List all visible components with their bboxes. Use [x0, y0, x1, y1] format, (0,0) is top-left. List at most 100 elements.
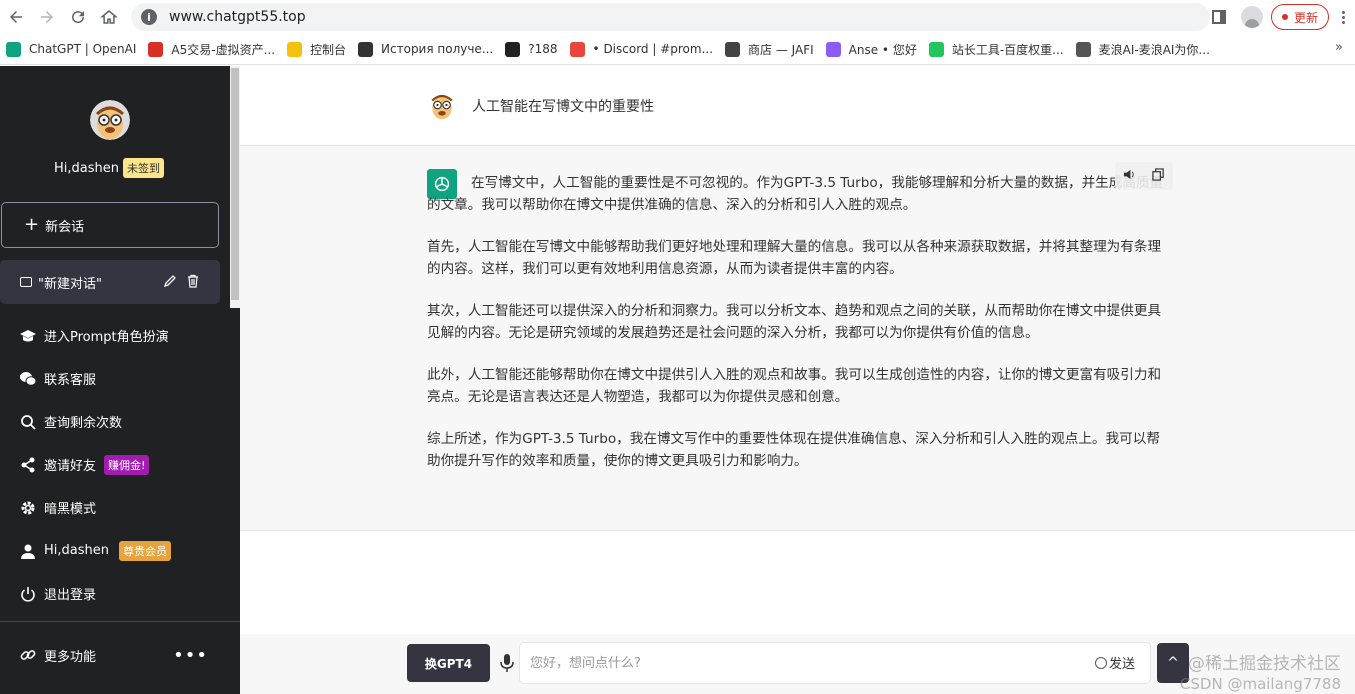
scroll-up-button[interactable]: ^ [1157, 643, 1189, 683]
bookmark-item[interactable]: 控制台 [281, 36, 352, 62]
earn-badge: 赚佣金! [104, 454, 150, 475]
reload-icon[interactable] [62, 0, 93, 34]
sidebar-scrollbar-thumb[interactable] [231, 68, 239, 300]
bookmark-item[interactable]: ?188 [499, 36, 563, 62]
sidebar-header: Hi,dashen 未签到 + 新会话 "新建对话" [0, 66, 230, 308]
microphone-icon[interactable] [499, 653, 515, 673]
bookmark-label: Anse • 您好 [848, 42, 917, 57]
checkin-badge[interactable]: 未签到 [123, 158, 164, 178]
bookmark-item[interactable]: ChatGPT | OpenAI [0, 36, 142, 62]
bookmark-item[interactable]: Anse • 您好 [820, 36, 923, 62]
chat-bubble-icon [20, 277, 32, 287]
menu-item-prompt[interactable]: 进入Prompt角色扮演 [0, 314, 240, 357]
send-button[interactable]: 发送 [1095, 653, 1135, 672]
link-icon [20, 647, 36, 663]
menu-label: Hi,dashen [44, 543, 109, 558]
more-features-label: 更多功能 [44, 649, 97, 665]
update-button[interactable]: 更新 [1270, 4, 1329, 30]
answer-paragraph: 此外，人工智能还能够帮助你在博文中提供引人入胜的观点和故事。我可以生成创造性的内… [427, 367, 1162, 405]
user-icon [20, 543, 36, 559]
bookmark-label: • Discord | #prom... [592, 42, 714, 56]
menu-item-dark-mode[interactable]: 暗黑模式 [0, 486, 240, 529]
bookmark-label: 商店 — JAFI [748, 42, 814, 57]
send-label: 发送 [1109, 657, 1136, 672]
back-icon[interactable] [0, 0, 31, 34]
home-icon[interactable] [93, 0, 124, 34]
bookmark-label: 麦浪AI-麦浪AI为你... [1098, 42, 1210, 57]
new-chat-label: 新会话 [45, 219, 85, 235]
bookmark-label: ChatGPT | OpenAI [29, 42, 137, 56]
bookmark-favicon-icon [505, 41, 521, 57]
menu-item-remaining[interactable]: 查询剩余次数 [0, 400, 240, 443]
url-text[interactable]: www.chatgpt55.top [169, 9, 306, 25]
answer-paragraph: 其次，人工智能还可以提供深入的分析和洞察力。我可以分析文本、趋势和观点之间的关联… [427, 303, 1162, 341]
power-icon [20, 586, 36, 602]
bookmark-label: История получе... [381, 42, 494, 56]
copy-icon[interactable] [1152, 168, 1165, 184]
forward-icon[interactable] [31, 0, 62, 34]
send-icon [1095, 656, 1107, 669]
more-dots-icon[interactable]: ••• [173, 645, 208, 666]
search-icon [20, 414, 36, 430]
sidebar: Hi,dashen 未签到 + 新会话 "新建对话" 进入Prompt角色扮演 [0, 66, 240, 694]
gear-icon [20, 500, 36, 516]
edit-icon[interactable] [163, 274, 177, 288]
composer: 换GPT4 发送 ^ [240, 634, 1355, 694]
avatar[interactable] [90, 100, 130, 140]
more-features-button[interactable]: 更多功能 ••• [0, 633, 240, 677]
side-panel-icon[interactable] [1211, 10, 1226, 24]
conversation-title: "新建对话" [38, 276, 102, 292]
user-prompt-text: 人工智能在写博文中的重要性 [472, 99, 654, 115]
new-chat-button[interactable]: + 新会话 [1, 202, 219, 248]
wechat-icon [20, 371, 36, 387]
bookmark-favicon-icon [569, 41, 585, 57]
menu-label: 联系客服 [44, 373, 97, 388]
plus-icon: + [24, 214, 40, 235]
browser-menu-icon[interactable] [1335, 10, 1351, 24]
answer-paragraph: 在写博文中，人工智能的重要性是不可忽视的。作为GPT-3.5 Turbo，我能够… [427, 175, 1164, 213]
bookmark-favicon-icon [825, 41, 841, 57]
bookmark-favicon-icon [928, 41, 944, 57]
user-greeting: Hi,dashen 未签到 [54, 158, 164, 178]
menu-item-user[interactable]: Hi,dashen 尊贵会员 [0, 529, 240, 572]
speaker-icon[interactable] [1123, 168, 1136, 184]
sidebar-divider [0, 621, 240, 622]
assistant-message: 在写博文中，人工智能的重要性是不可忽视的。作为GPT-3.5 Turbo，我能够… [240, 146, 1355, 531]
greeting-text: Hi,dashen [54, 160, 119, 176]
bookmarks-bar: ChatGPT | OpenAI A5交易-虚拟资产... 控制台 История п… [0, 34, 1355, 65]
menu-label: 暗黑模式 [44, 502, 97, 517]
bookmark-item[interactable]: 商店 — JAFI [719, 36, 820, 62]
chat-main: 人工智能在写博文中的重要性 在写博文中，人工智能的重要性是不可忽视的。作为GPT… [240, 66, 1355, 694]
bookmark-item[interactable]: 麦浪AI-麦浪AI为你... [1070, 36, 1216, 62]
menu-label: 进入Prompt角色扮演 [44, 330, 169, 345]
address-bar[interactable]: i www.chatgpt55.top [131, 3, 1210, 31]
profile-icon[interactable] [1240, 6, 1263, 28]
bookmark-item[interactable]: 站长工具-百度权重... [923, 36, 1070, 62]
menu-label: 邀请好友 [44, 459, 97, 474]
bookmark-label: 站长工具-百度权重... [951, 42, 1064, 57]
site-info-icon[interactable]: i [141, 9, 157, 25]
bookmark-item[interactable]: История получе... [352, 36, 499, 62]
switch-gpt4-button[interactable]: 换GPT4 [407, 644, 490, 682]
bookmark-item[interactable]: A5交易-虚拟资产... [142, 36, 281, 62]
menu-label: 退出登录 [44, 588, 97, 603]
share-icon [20, 457, 36, 473]
bookmark-label: 控制台 [310, 42, 347, 57]
bookmarks-more-icon[interactable]: » [1335, 40, 1343, 55]
menu-item-logout[interactable]: 退出登录 [0, 572, 240, 615]
bookmark-favicon-icon [1075, 41, 1091, 57]
sidebar-menu: 进入Prompt角色扮演 联系客服 查询剩余次数 邀请好友 赚佣金! 暗黑模式 … [0, 314, 240, 615]
bookmark-label: A5交易-虚拟资产... [171, 42, 276, 57]
trash-icon[interactable] [186, 274, 200, 288]
menu-item-invite[interactable]: 邀请好友 赚佣金! [0, 443, 240, 486]
answer-paragraph: 综上所述，作为GPT-3.5 Turbo，我在博文写作中的重要性体现在提供准确信… [427, 431, 1160, 469]
assistant-answer: 在写博文中，人工智能的重要性是不可忽视的。作为GPT-3.5 Turbo，我能够… [427, 172, 1172, 492]
menu-item-contact[interactable]: 联系客服 [0, 357, 240, 400]
bookmark-favicon-icon [287, 41, 303, 57]
conversation-item[interactable]: "新建对话" [0, 260, 220, 304]
user-message: 人工智能在写博文中的重要性 [240, 66, 1355, 146]
message-input[interactable] [519, 642, 1151, 684]
bookmark-item[interactable]: • Discord | #prom... [564, 36, 720, 62]
bookmark-favicon-icon [148, 41, 164, 57]
bookmark-favicon-icon [6, 41, 21, 57]
